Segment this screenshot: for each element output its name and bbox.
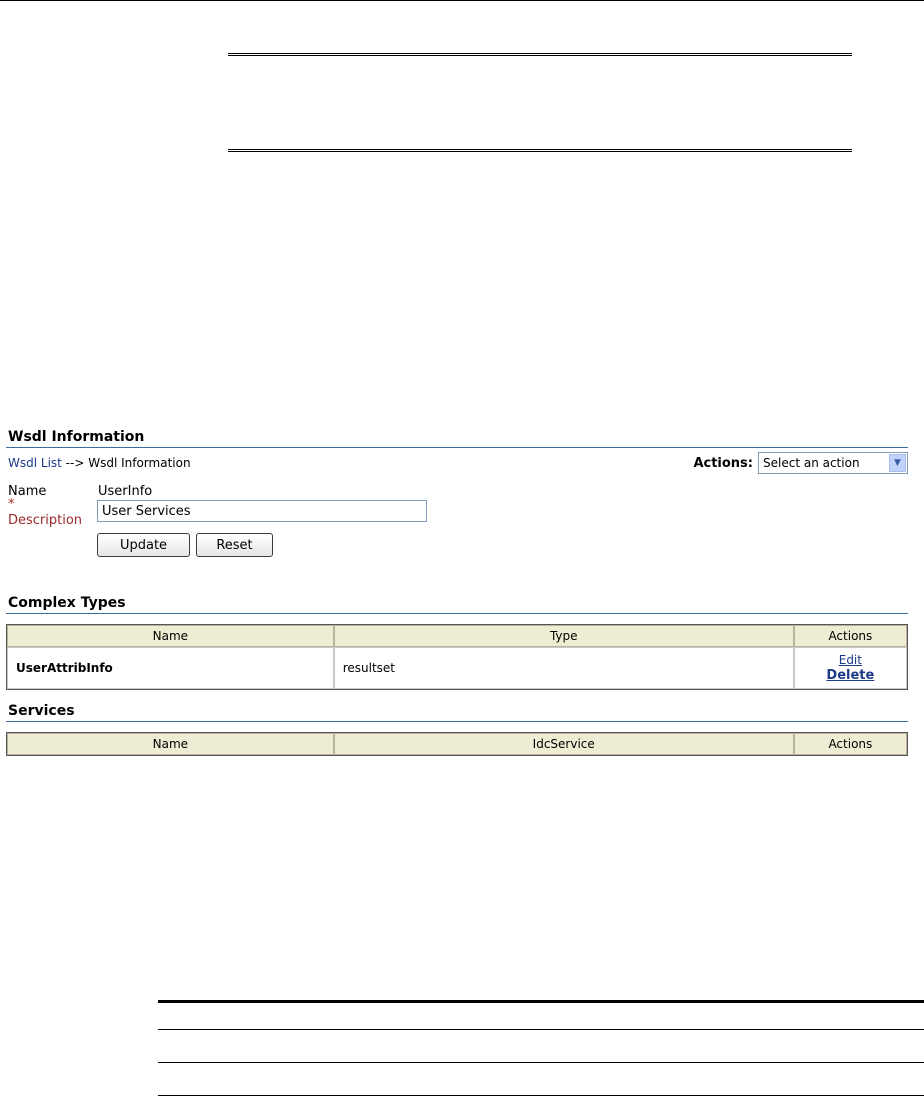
complex-type-type: resultset (333, 647, 794, 689)
breadcrumb: Wsdl List --> Wsdl Information (8, 456, 191, 470)
reset-button[interactable]: Reset (196, 533, 273, 557)
note-top-rule (228, 53, 852, 56)
column-header-name[interactable]: Name (7, 625, 334, 647)
wsdl-information-heading: Wsdl Information (6, 428, 908, 448)
name-value: UserInfo (98, 484, 153, 499)
complex-types-table: Name Type Actions UserAttribInfo results… (6, 624, 908, 690)
page-top-rule (0, 0, 924, 1)
complex-types-heading: Complex Types (6, 594, 908, 614)
description-label: Description (8, 513, 83, 528)
note-bottom-rule (228, 149, 852, 152)
description-field[interactable] (97, 500, 427, 522)
table-top-rule (158, 1000, 924, 1003)
required-marker: * (8, 497, 15, 512)
update-button[interactable]: Update (97, 533, 190, 557)
complex-type-name: UserAttribInfo (7, 647, 334, 689)
breadcrumb-separator: --> (61, 456, 89, 470)
column-header-actions: Actions (793, 733, 907, 755)
table-row-rule (158, 1029, 924, 1030)
edit-link[interactable]: Edit (803, 653, 898, 668)
column-header-name[interactable]: Name (7, 733, 334, 755)
actions-label: Actions: (693, 455, 753, 471)
actions-control: Actions: Select an action ▼ (693, 452, 908, 474)
actions-select-value: Select an action (763, 456, 860, 470)
breadcrumb-current: Wsdl Information (88, 456, 191, 470)
table-row-rule (158, 1062, 924, 1063)
delete-link[interactable]: Delete (803, 668, 898, 683)
services-heading: Services (6, 702, 908, 722)
breadcrumb-bar: Wsdl List --> Wsdl Information Actions: … (6, 450, 908, 476)
services-table: Name IdcService Actions (6, 732, 908, 756)
wsdl-form: Name UserInfo * Description Update Reset (6, 482, 908, 594)
column-header-idcservice[interactable]: IdcService (333, 733, 794, 755)
wsdl-information-panel: Wsdl Information Wsdl List --> Wsdl Info… (6, 428, 908, 756)
chevron-down-icon[interactable]: ▼ (889, 454, 906, 472)
breadcrumb-wsdl-list-link[interactable]: Wsdl List (8, 456, 62, 470)
table-row: UserAttribInfo resultset Edit Delete (7, 647, 907, 689)
column-header-type[interactable]: Type (333, 625, 794, 647)
actions-select[interactable]: Select an action ▼ (758, 452, 908, 474)
row-actions: Edit Delete (793, 647, 907, 689)
column-header-actions: Actions (793, 625, 907, 647)
table-bottom-rule (158, 1095, 924, 1096)
